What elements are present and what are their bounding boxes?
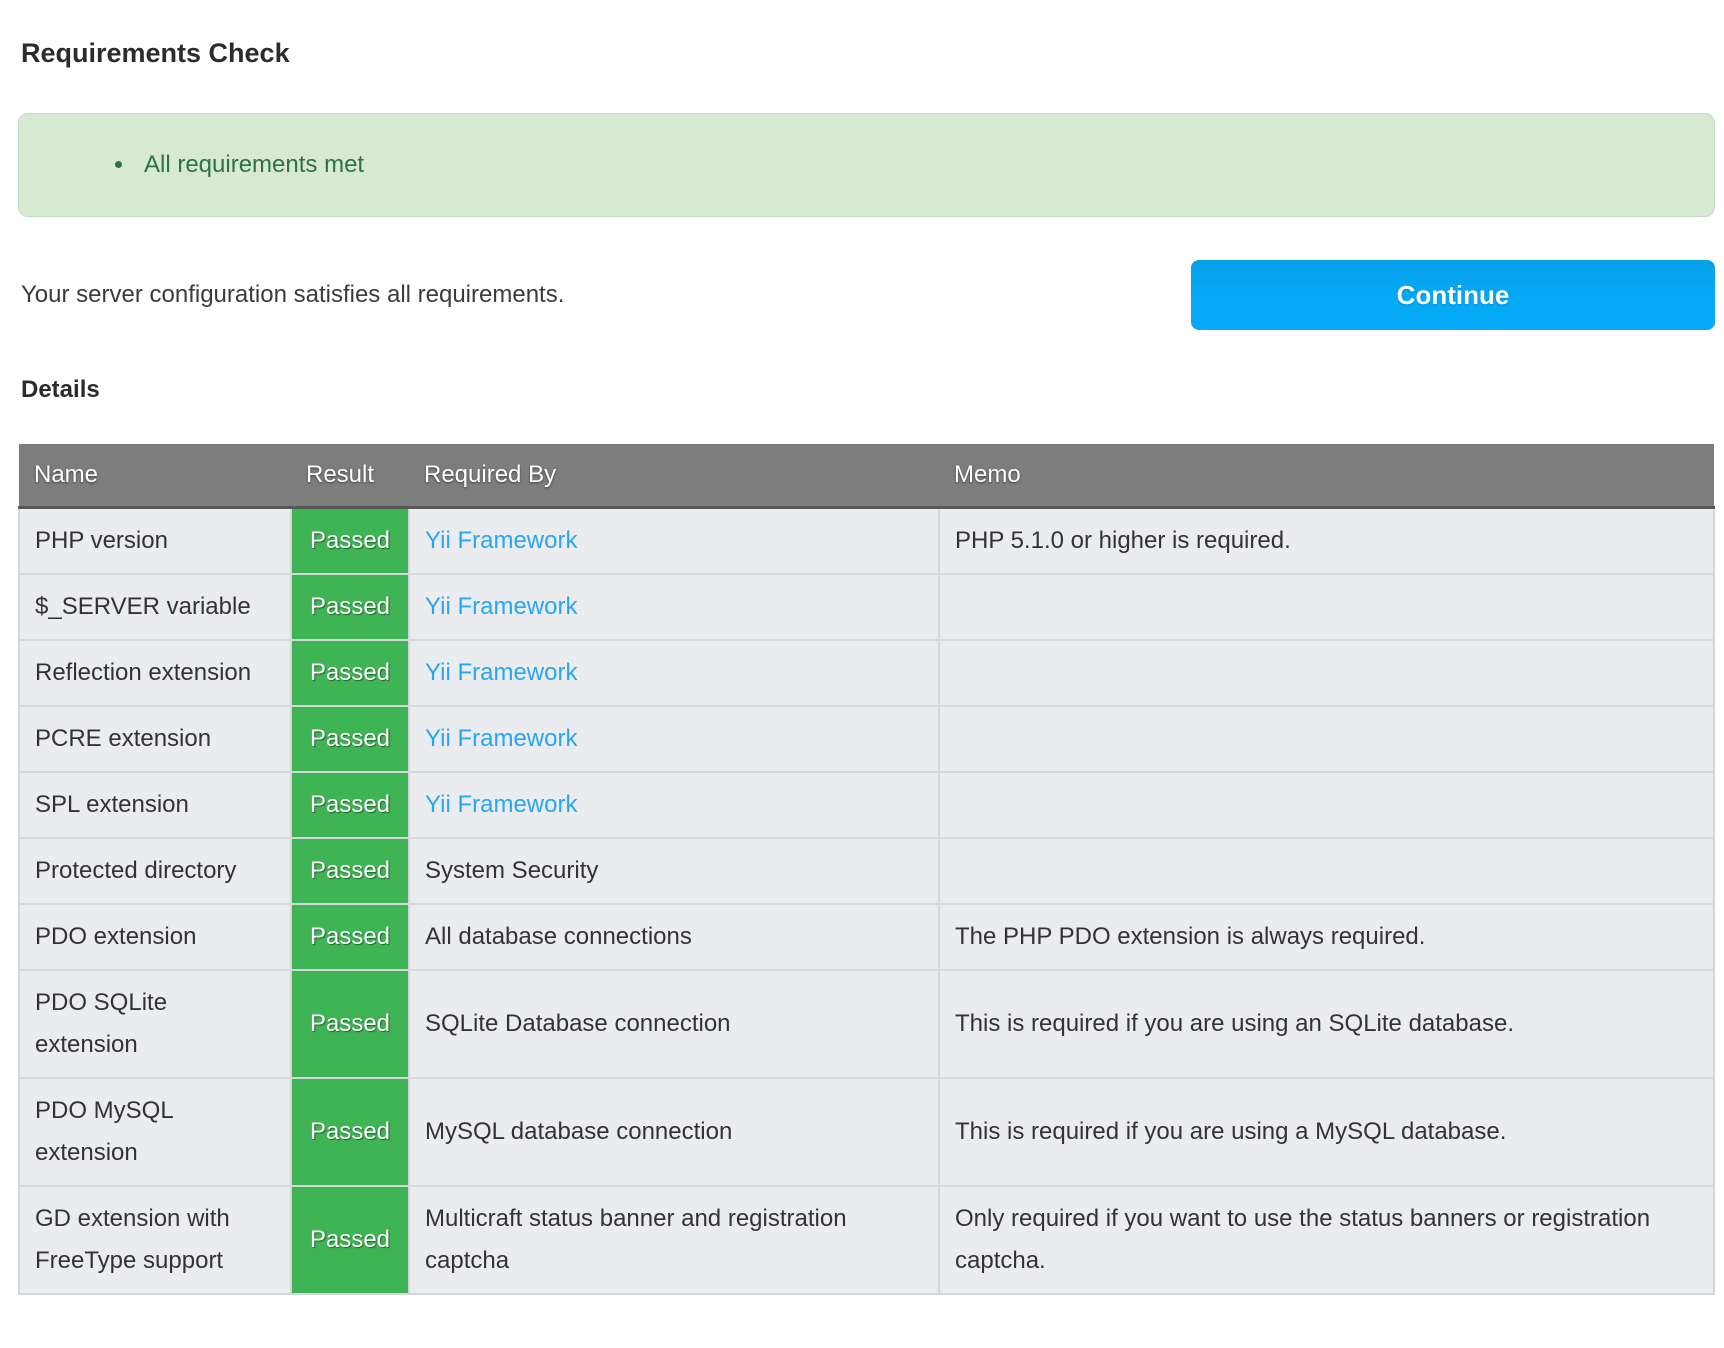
requirement-name: GD extension with FreeType support [19, 1186, 291, 1294]
required-by-link[interactable]: Yii Framework [425, 725, 577, 752]
summary-text: Your server configuration satisfies all … [21, 281, 564, 309]
requirement-name: PCRE extension [19, 706, 291, 772]
requirement-name: $_SERVER variable [19, 574, 291, 640]
table-row: GD extension with FreeType support Passe… [19, 1186, 1714, 1294]
requirement-memo [939, 838, 1714, 904]
requirement-name: PDO extension [19, 904, 291, 970]
result-badge: Passed [291, 838, 409, 904]
requirement-required-by: Yii Framework [409, 574, 939, 640]
requirement-name: PDO SQLite extension [19, 970, 291, 1078]
alert-message: All requirements met [136, 144, 1714, 186]
table-row: Protected directory Passed System Securi… [19, 838, 1714, 904]
requirement-memo: This is required if you are using a MySQ… [939, 1078, 1714, 1186]
continue-button[interactable]: Continue [1191, 260, 1715, 330]
required-by-text: SQLite Database connection [425, 1010, 731, 1037]
result-badge: Passed [291, 1078, 409, 1186]
requirement-required-by: Yii Framework [409, 508, 939, 575]
requirement-required-by: MySQL database connection [409, 1078, 939, 1186]
requirement-required-by: All database connections [409, 904, 939, 970]
required-by-link[interactable]: Yii Framework [425, 593, 577, 620]
required-by-link[interactable]: Yii Framework [425, 527, 577, 554]
column-header-required-by: Required By [409, 444, 939, 508]
requirement-memo: The PHP PDO extension is always required… [939, 904, 1714, 970]
requirement-required-by: Yii Framework [409, 772, 939, 838]
requirement-memo [939, 574, 1714, 640]
required-by-link[interactable]: Yii Framework [425, 791, 577, 818]
requirement-name: PHP version [19, 508, 291, 575]
required-by-text: MySQL database connection [425, 1118, 732, 1145]
column-header-result: Result [291, 444, 409, 508]
table-row: PCRE extension Passed Yii Framework [19, 706, 1714, 772]
requirement-required-by: Yii Framework [409, 706, 939, 772]
requirement-name: Protected directory [19, 838, 291, 904]
table-row: $_SERVER variable Passed Yii Framework [19, 574, 1714, 640]
requirement-required-by: SQLite Database connection [409, 970, 939, 1078]
requirements-table: Name Result Required By Memo PHP version… [18, 444, 1715, 1295]
result-badge: Passed [291, 574, 409, 640]
details-heading: Details [21, 376, 1715, 404]
result-badge: Passed [291, 970, 409, 1078]
required-by-text: System Security [425, 857, 598, 884]
requirements-table-body: PHP version Passed Yii Framework PHP 5.1… [19, 508, 1714, 1295]
result-badge: Passed [291, 706, 409, 772]
table-row: PDO SQLite extension Passed SQLite Datab… [19, 970, 1714, 1078]
table-row: Reflection extension Passed Yii Framewor… [19, 640, 1714, 706]
result-badge: Passed [291, 904, 409, 970]
summary-row: Your server configuration satisfies all … [18, 260, 1715, 330]
requirement-name: PDO MySQL extension [19, 1078, 291, 1186]
table-header-row: Name Result Required By Memo [19, 444, 1714, 508]
result-badge: Passed [291, 508, 409, 575]
requirement-required-by: Yii Framework [409, 640, 939, 706]
requirement-memo [939, 772, 1714, 838]
required-by-text: Multicraft status banner and registratio… [425, 1205, 847, 1274]
requirement-name: Reflection extension [19, 640, 291, 706]
requirement-memo: This is required if you are using an SQL… [939, 970, 1714, 1078]
result-badge: Passed [291, 1186, 409, 1294]
table-row: PDO MySQL extension Passed MySQL databas… [19, 1078, 1714, 1186]
column-header-memo: Memo [939, 444, 1714, 508]
table-header: Name Result Required By Memo [19, 444, 1714, 508]
requirement-memo: PHP 5.1.0 or higher is required. [939, 508, 1714, 575]
required-by-link[interactable]: Yii Framework [425, 659, 577, 686]
requirement-required-by: Multicraft status banner and registratio… [409, 1186, 939, 1294]
table-row: SPL extension Passed Yii Framework [19, 772, 1714, 838]
requirement-memo [939, 640, 1714, 706]
result-badge: Passed [291, 640, 409, 706]
requirement-required-by: System Security [409, 838, 939, 904]
requirements-check-page: Requirements Check All requirements met … [0, 38, 1724, 1295]
requirement-name: SPL extension [19, 772, 291, 838]
table-row: PHP version Passed Yii Framework PHP 5.1… [19, 508, 1714, 575]
table-row: PDO extension Passed All database connec… [19, 904, 1714, 970]
requirement-memo [939, 706, 1714, 772]
column-header-name: Name [19, 444, 291, 508]
alert-list: All requirements met [19, 144, 1714, 186]
required-by-text: All database connections [425, 923, 692, 950]
success-alert: All requirements met [18, 113, 1715, 217]
result-badge: Passed [291, 772, 409, 838]
page-title: Requirements Check [21, 38, 1715, 69]
requirement-memo: Only required if you want to use the sta… [939, 1186, 1714, 1294]
